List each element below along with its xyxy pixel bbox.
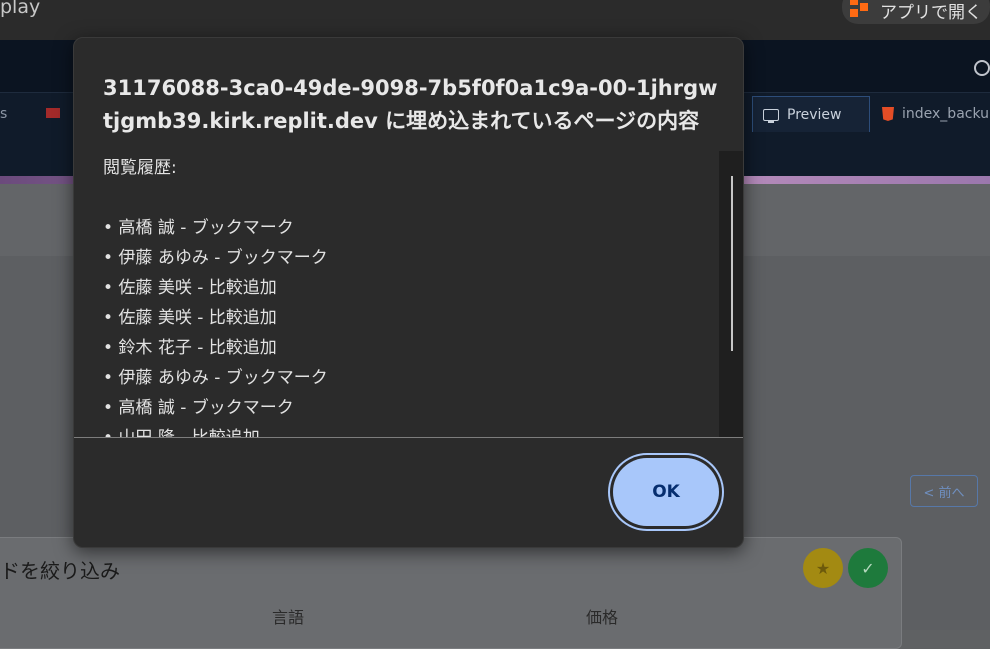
tab-partial[interactable]: s [0, 96, 7, 132]
dialog-title: 31176088-3ca0-49de-9098-7b5f0f0a1c9a-00-… [103, 76, 718, 133]
tab-preview-label: Preview [787, 106, 842, 123]
list-item: • 高橋 誠 - ブックマーク [103, 398, 294, 418]
star-icon[interactable]: ★ [803, 548, 843, 588]
ok-button[interactable]: OK [613, 458, 719, 526]
list-item: • 高橋 誠 - ブックマーク [103, 218, 294, 238]
previous-page-button[interactable]: < 前へ [910, 475, 978, 507]
tab-preview[interactable]: Preview [752, 96, 870, 132]
list-item: • 佐藤 美咲 - 比較追加 [103, 278, 277, 298]
list-item: • 鈴木 花子 - 比較追加 [103, 338, 277, 358]
browser-title-bar: play アプリで開く [0, 0, 990, 40]
open-in-app-label: アプリで開く [880, 2, 982, 23]
check-icon[interactable]: ✓ [848, 548, 888, 588]
filter-card [0, 537, 902, 649]
list-item: • 山田 隆 - 比較追加 [103, 423, 328, 437]
alert-dialog: 31176088-3ca0-49de-9098-7b5f0f0a1c9a-00-… [73, 37, 744, 548]
column-price: 価格 [586, 608, 619, 627]
search-icon[interactable] [974, 60, 990, 76]
app-logo-icon [850, 0, 870, 17]
window-title: play [0, 0, 41, 18]
tab-index-backup[interactable]: index_backup [878, 96, 990, 132]
open-in-app-button[interactable]: アプリで開く [842, 0, 990, 24]
file-type-icon [46, 108, 60, 118]
list-item: • 伊藤 あゆみ - ブックマーク [103, 368, 328, 388]
message-heading: 閲覧履歴: [103, 158, 177, 178]
tab-partial-label: s [0, 106, 8, 122]
html5-icon [882, 107, 894, 121]
scrollbar-thumb[interactable] [731, 176, 733, 351]
filter-title: ドを絞り込み [0, 559, 120, 583]
tab-index-backup-label: index_backup [902, 106, 990, 122]
monitor-icon [763, 108, 779, 123]
history-list: • 高橋 誠 - ブックマーク • 伊藤 あゆみ - ブックマーク • 佐藤 美… [103, 213, 328, 437]
column-language: 言語 [272, 608, 305, 627]
list-item: • 伊藤 あゆみ - ブックマーク [103, 248, 328, 268]
dialog-divider [74, 437, 743, 438]
list-item: • 佐藤 美咲 - 比較追加 [103, 308, 277, 328]
dialog-message: 閲覧履歴: • 高橋 誠 - ブックマーク • 伊藤 あゆみ - ブックマーク … [74, 151, 719, 437]
